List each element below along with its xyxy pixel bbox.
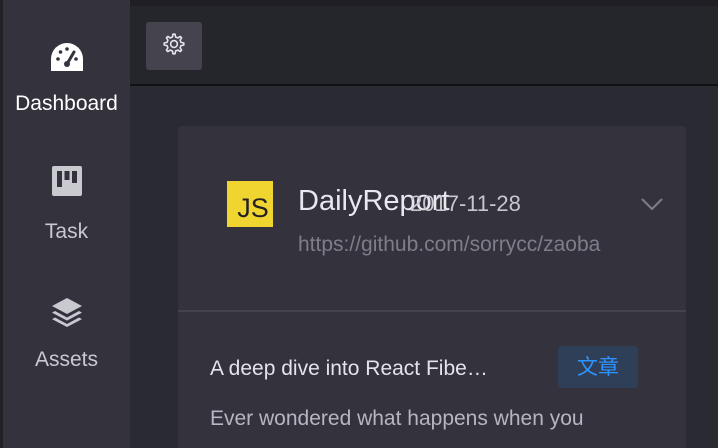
sidebar-item-label: Task [44,220,89,243]
repo-card: JS DailyReport 2017-11-28 https://github… [178,126,686,448]
js-logo-icon: JS [227,181,273,227]
article-title-link[interactable]: A deep dive into React Fibe… [210,354,546,384]
sidebar-item-assets[interactable]: Assets [3,294,130,374]
article-tag-badge: 文章 [558,346,638,388]
sidebar-item-label: Assets [34,348,99,371]
article-description: Ever wondered what happens when you [210,407,584,430]
dashboard-gauge-icon [50,42,84,77]
gear-icon [162,32,186,61]
app-root: Dashboard Task Assets JS DailyReport 201… [0,0,718,448]
repo-card-header[interactable]: JS DailyReport 2017-11-28 https://github… [178,126,686,312]
sidebar-item-task[interactable]: Task [3,166,130,246]
top-header [130,6,718,86]
layers-icon [51,296,83,333]
chevron-down-icon[interactable] [640,196,664,217]
sidebar-item-dashboard[interactable]: Dashboard [3,38,130,118]
repo-date: 2017-11-28 [410,191,521,216]
kanban-board-icon [51,166,82,201]
sidebar: Dashboard Task Assets [0,0,130,448]
repo-url-link[interactable]: https://github.com/sorrycc/zaoba [298,230,638,260]
settings-button[interactable] [146,22,202,70]
sidebar-item-label: Dashboard [15,92,118,115]
